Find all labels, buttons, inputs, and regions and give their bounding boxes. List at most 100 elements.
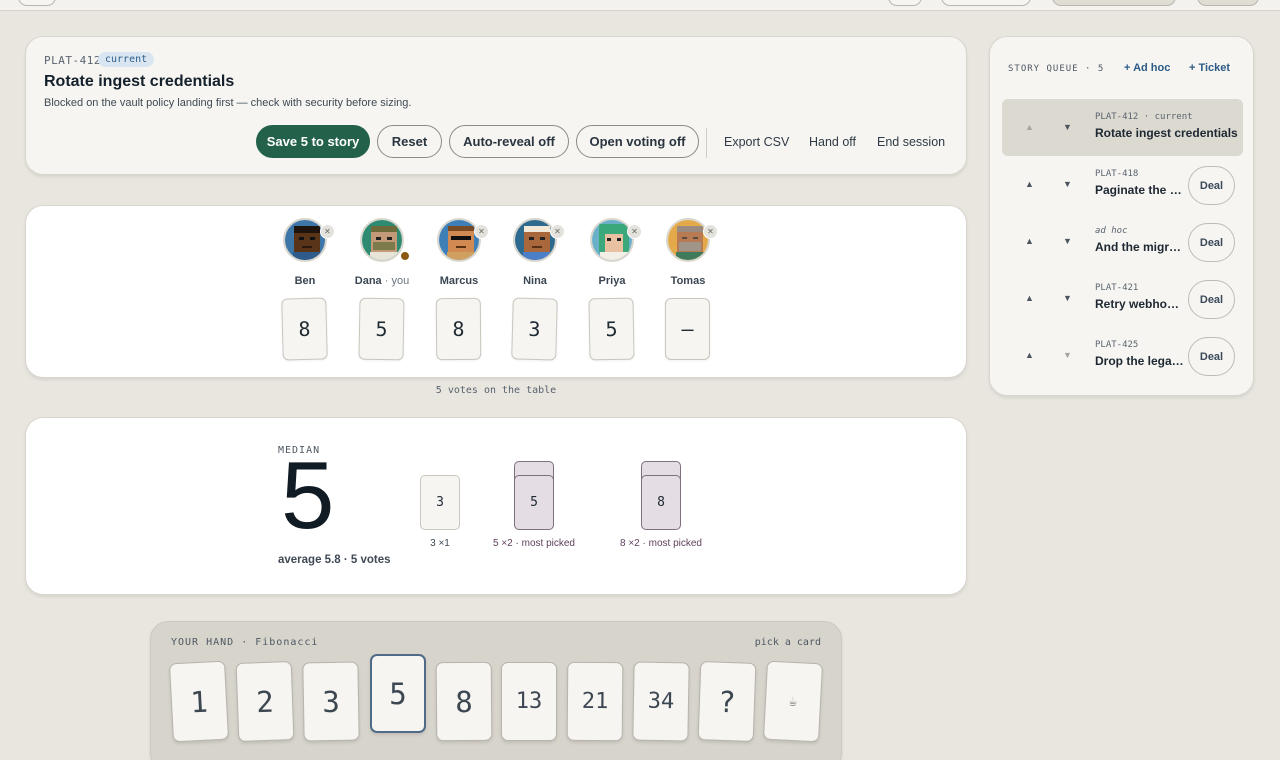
hand-title: YOUR HAND · Fibonacci — [171, 637, 319, 648]
vote-card: 5 — [358, 297, 405, 361]
player-avatar — [590, 218, 634, 262]
story-queue: STORY QUEUE · 5 + Ad hoc + Ticket ▲ ▼ PL… — [989, 36, 1254, 396]
distribution-card: 8 — [641, 475, 681, 530]
save-to-story-button[interactable]: Save 5 to story — [256, 125, 370, 158]
queue-item-key: PLAT-412 · current — [1095, 112, 1193, 122]
move-up-icon[interactable]: ▲ — [1025, 293, 1034, 303]
queue-item-key: PLAT-421 — [1095, 283, 1139, 293]
story-header: PLAT-412 current Rotate ingest credentia… — [25, 36, 967, 175]
player-hand: YOUR HAND · Fibonacci pick a card 1 2 3 … — [150, 621, 842, 760]
player-name: Ben — [294, 275, 316, 287]
move-up-icon[interactable]: ▲ — [1025, 350, 1034, 360]
divider — [706, 128, 707, 158]
queue-item-key: PLAT-425 — [1095, 340, 1139, 350]
hand-card[interactable]: 21 — [566, 661, 624, 742]
voting-table: ✕ Ben 8 Dana · you 5 ✕ Marcus 8 ✕ Nina 3… — [25, 205, 967, 378]
end-session-link[interactable]: End session — [877, 135, 945, 149]
move-down-icon[interactable]: ▼ — [1063, 350, 1072, 360]
queue-item[interactable]: ▲ ▼ PLAT-425 Drop the lega… Deal — [1002, 327, 1243, 384]
player-name: Dana — [354, 275, 382, 287]
queue-item-title: Retry webhoo… — [1095, 297, 1185, 311]
player-name-suffix: · you — [384, 275, 410, 287]
queue-item-key: PLAT-418 — [1095, 169, 1139, 179]
distribution-card: 5 — [514, 475, 554, 530]
vote-card: 3 — [511, 297, 558, 361]
results-panel: MEDIAN 5 average 5.8 · 5 votes 3 3 ×1 5 … — [25, 417, 967, 595]
distribution-label: 3 ×1 — [430, 538, 450, 549]
hand-hint: pick a card — [754, 637, 821, 648]
hand-card[interactable]: ? — [697, 661, 757, 742]
vote-card: 8 — [435, 297, 482, 361]
move-down-icon[interactable]: ▼ — [1063, 236, 1072, 246]
hand-card[interactable]: 2 — [235, 661, 295, 742]
move-down-icon[interactable]: ▼ — [1063, 122, 1072, 132]
close-icon[interactable]: ✕ — [627, 224, 642, 239]
menu-button[interactable] — [18, 0, 56, 6]
votes-caption: 5 votes on the table — [435, 385, 557, 396]
player-name: Tomas — [670, 275, 706, 287]
queue-item[interactable]: ▲ ▼ PLAT-421 Retry webhoo… Deal — [1002, 270, 1243, 327]
queue-item[interactable]: ▲ ▼ ad hoc And the migra… Deal — [1002, 213, 1243, 270]
status-badge: current — [98, 52, 155, 67]
move-up-icon[interactable]: ▲ — [1025, 236, 1034, 246]
user-avatar-button[interactable] — [888, 0, 922, 6]
queue-item-title: And the migra… — [1095, 240, 1185, 254]
player-name: Marcus — [439, 275, 479, 287]
hand-card[interactable]: 8 — [435, 661, 493, 742]
top-bar — [0, 0, 1280, 11]
average-summary: average 5.8 · 5 votes — [278, 554, 391, 566]
queue-item-title: Drop the lega… — [1095, 354, 1184, 368]
deal-button[interactable]: Deal — [1188, 280, 1235, 319]
queue-item[interactable]: ▲ ▼ PLAT-418 Paginate the a… Deal — [1002, 156, 1243, 213]
close-icon[interactable]: ✕ — [550, 224, 565, 239]
deal-button[interactable]: Deal — [1188, 223, 1235, 262]
move-down-icon[interactable]: ▼ — [1063, 179, 1072, 189]
player-avatar — [513, 218, 557, 262]
story-title: Rotate ingest credentials — [44, 73, 235, 90]
online-status-icon — [399, 250, 411, 262]
add-adhoc-button[interactable]: + Ad hoc — [1124, 62, 1170, 74]
close-icon[interactable]: ✕ — [474, 224, 489, 239]
hand-card[interactable]: 1 — [168, 660, 230, 743]
export-csv-link[interactable]: Export CSV — [724, 135, 789, 149]
player-avatar — [666, 218, 710, 262]
player-avatar — [283, 218, 327, 262]
top-action-button[interactable] — [941, 0, 1031, 6]
top-input[interactable] — [1052, 0, 1176, 6]
move-up-icon[interactable]: ▲ — [1025, 179, 1034, 189]
close-icon[interactable]: ✕ — [320, 224, 335, 239]
median-value: 5 — [281, 442, 335, 549]
deal-button[interactable]: Deal — [1188, 337, 1235, 376]
queue-title: STORY QUEUE · 5 — [1008, 64, 1105, 74]
hand-card-selected[interactable]: 5 — [370, 654, 426, 733]
move-down-icon[interactable]: ▼ — [1063, 293, 1072, 303]
queue-item-key: ad hoc — [1095, 226, 1128, 236]
hand-card-coffee-icon[interactable]: ☕ — [762, 660, 824, 743]
player-name: Nina — [523, 275, 547, 287]
distribution-card: 3 — [420, 475, 460, 530]
deal-button[interactable]: Deal — [1188, 166, 1235, 205]
open-voting-toggle[interactable]: Open voting off — [576, 125, 699, 158]
queue-item-title: Paginate the a… — [1095, 183, 1185, 197]
move-up-icon[interactable]: ▲ — [1025, 122, 1034, 132]
player-name: Priya — [598, 275, 626, 287]
auto-reveal-toggle[interactable]: Auto-reveal off — [449, 125, 569, 158]
hand-card[interactable]: 13 — [501, 662, 557, 741]
top-right-button[interactable] — [1197, 0, 1259, 6]
queue-item[interactable]: ▲ ▼ PLAT-412 · current Rotate ingest cre… — [1002, 99, 1243, 156]
hand-card[interactable]: 3 — [302, 661, 360, 742]
distribution-label: 5 ×2 · most picked — [493, 538, 575, 549]
reset-button[interactable]: Reset — [377, 125, 442, 158]
add-ticket-button[interactable]: + Ticket — [1189, 62, 1230, 74]
hand-off-link[interactable]: Hand off — [809, 135, 856, 149]
distribution-label: 8 ×2 · most picked — [620, 538, 702, 549]
player-avatar — [360, 218, 404, 262]
hand-card[interactable]: 34 — [632, 661, 690, 742]
story-note: Blocked on the vault policy landing firs… — [44, 97, 412, 109]
vote-card-empty: — — [665, 298, 710, 360]
close-icon[interactable]: ✕ — [703, 224, 718, 239]
player-avatar — [437, 218, 481, 262]
queue-item-title: Rotate ingest credentials — [1095, 126, 1238, 140]
story-key: PLAT-412 — [44, 54, 101, 67]
vote-card: 8 — [281, 297, 328, 361]
